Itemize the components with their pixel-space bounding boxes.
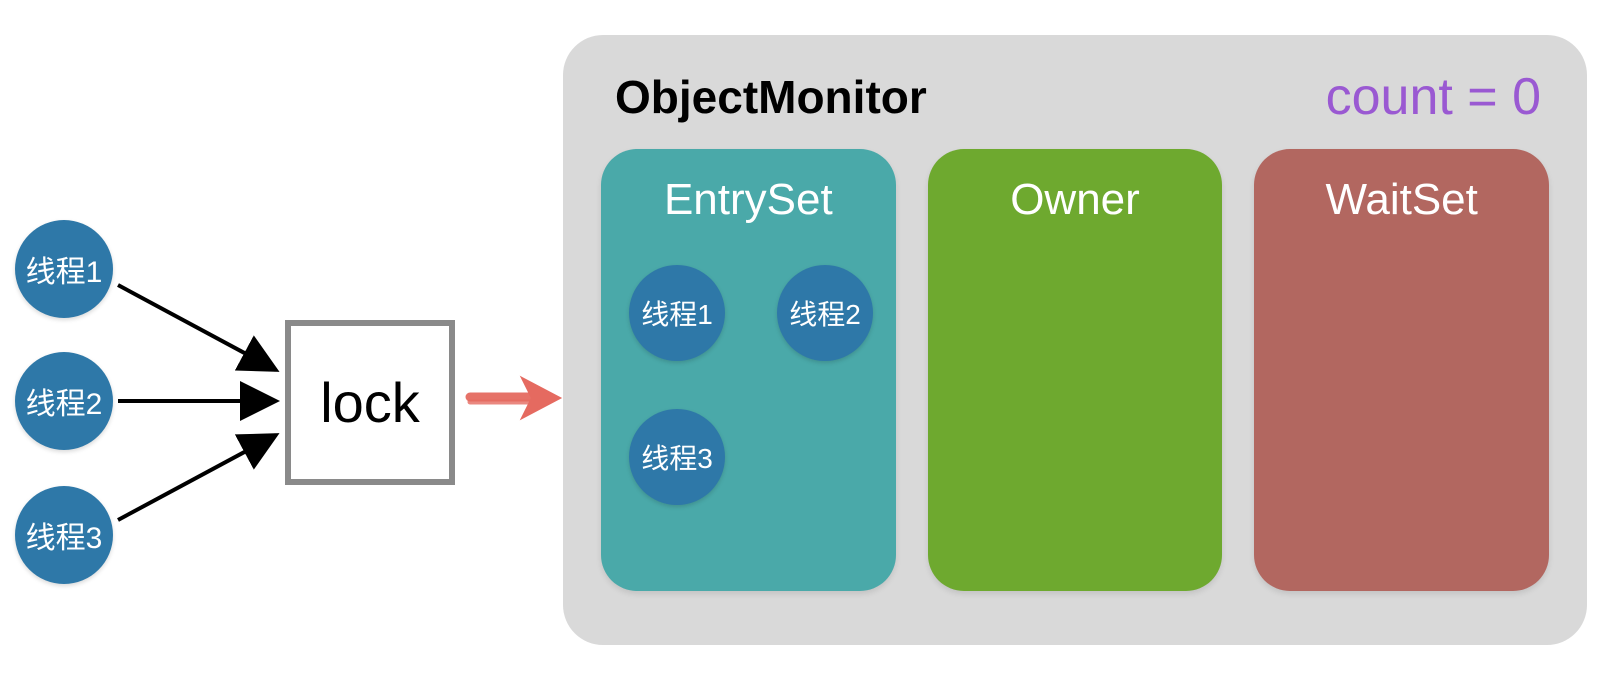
entryset-thread-1-label: 线程1	[641, 293, 713, 333]
waitset-label: WaitSet	[1325, 175, 1477, 224]
waitset-box: WaitSet	[1254, 149, 1549, 591]
owner-label: Owner	[1010, 175, 1140, 224]
entryset-thread-2: 线程2	[777, 265, 873, 361]
sets-row: EntrySet 线程1 线程2 线程3 Owner WaitSet	[601, 149, 1549, 591]
entryset-thread-3: 线程3	[629, 409, 725, 505]
entryset-thread-3-label: 线程3	[641, 437, 713, 477]
monitor-title: ObjectMonitor	[615, 70, 927, 124]
thread-2-label: 线程2	[26, 379, 103, 423]
thread-1-circle: 线程1	[15, 220, 113, 318]
thread-3-circle: 线程3	[15, 486, 113, 584]
entryset-thread-2-label: 线程2	[789, 293, 861, 333]
entryset-box: EntrySet 线程1 线程2 线程3	[601, 149, 896, 591]
thread-3-label: 线程3	[26, 513, 103, 557]
lock-box: lock	[285, 320, 455, 485]
monitor-header: ObjectMonitor count = 0	[601, 67, 1549, 149]
entryset-thread-1: 线程1	[629, 265, 725, 361]
thread-1-label: 线程1	[26, 247, 103, 291]
lock-label: lock	[320, 370, 420, 435]
thread-2-circle: 线程2	[15, 352, 113, 450]
object-monitor-box: ObjectMonitor count = 0 EntrySet 线程1 线程2…	[563, 35, 1587, 645]
count-label: count = 0	[1326, 67, 1541, 127]
owner-box: Owner	[928, 149, 1223, 591]
entryset-label: EntrySet	[664, 175, 833, 224]
